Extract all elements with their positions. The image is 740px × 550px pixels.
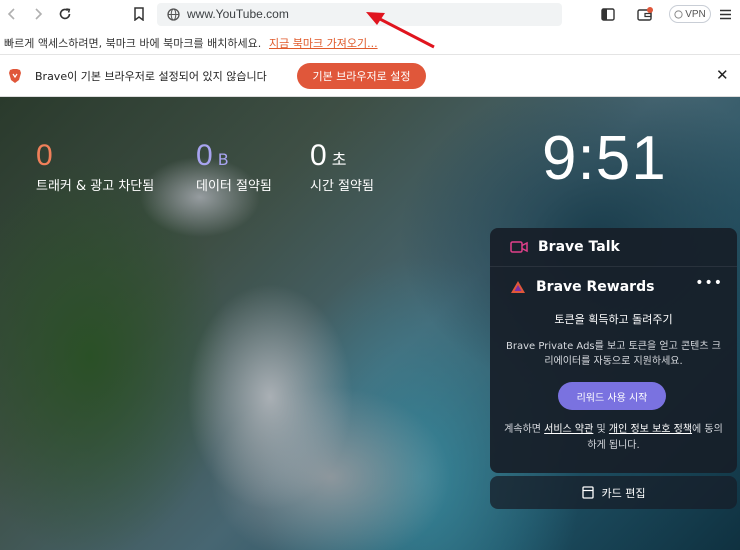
- address-bar[interactable]: www.YouTube.com: [157, 3, 562, 26]
- browser-toolbar: www.YouTube.com VPN: [0, 0, 740, 29]
- brave-talk-card[interactable]: Brave Talk: [490, 228, 737, 266]
- bookmark-bar-hint: 빠르게 액세스하려면, 북마크 바에 북마크를 배치하세요.: [4, 37, 262, 50]
- set-default-browser-button[interactable]: 기본 브라우저로 설정: [297, 63, 426, 89]
- forward-button[interactable]: [28, 4, 48, 24]
- rewards-subtitle: 토큰을 획득하고 돌려주기: [554, 313, 673, 326]
- time-saved-stat: 0 초 시간 절약됨: [310, 139, 374, 194]
- data-saved-stat: 0 B 데이터 절약됨: [196, 139, 272, 194]
- wallet-icon: [637, 7, 653, 21]
- widget-stack: Brave Talk Brave Rewards ••• 토큰을 획득하고 돌려…: [490, 228, 737, 509]
- reload-button[interactable]: [55, 4, 75, 24]
- video-camera-icon: [510, 241, 528, 253]
- brave-talk-title: Brave Talk: [538, 239, 620, 255]
- data-saved-unit: B: [217, 150, 229, 169]
- terms-of-service-link[interactable]: 서비스 약관: [544, 424, 593, 435]
- edit-cards-icon: [581, 486, 594, 499]
- trackers-blocked-label: 트래커 & 광고 차단됨: [36, 179, 155, 194]
- rewards-header: Brave Rewards: [510, 279, 654, 295]
- reload-icon: [59, 8, 71, 20]
- sidebar-toggle-button[interactable]: [598, 4, 618, 24]
- time-saved-unit: 초: [331, 150, 347, 169]
- bat-triangle-icon: [511, 281, 525, 293]
- wallet-button[interactable]: [635, 4, 655, 24]
- trackers-blocked-stat: 0 트래커 & 광고 차단됨: [36, 139, 154, 194]
- rewards-title: Brave Rewards: [536, 279, 655, 295]
- edit-cards-label: 카드 편집: [601, 486, 646, 500]
- back-button[interactable]: [2, 4, 22, 24]
- clock: 9:51: [542, 124, 667, 193]
- edit-cards-button[interactable]: 카드 편집: [490, 476, 737, 509]
- brave-lion-icon: [9, 69, 21, 83]
- time-saved-label: 시간 절약됨: [310, 179, 374, 194]
- bookmark-bar: 빠르게 액세스하려면, 북마크 바에 북마크를 배치하세요. 지금 북마크 가져…: [0, 29, 740, 55]
- start-rewards-button[interactable]: 리워드 사용 시작: [558, 382, 666, 410]
- hamburger-menu-icon: [719, 9, 731, 19]
- new-tab-page: 0 트래커 & 광고 차단됨 0 B 데이터 절약됨 0 초 시간 절약됨 9:…: [0, 97, 740, 550]
- time-saved-value: 0: [310, 139, 327, 172]
- forward-arrow-icon: [35, 8, 43, 20]
- data-saved-label: 데이터 절약됨: [196, 179, 272, 194]
- back-arrow-icon: [7, 8, 15, 20]
- infobar-message: Brave이 기본 브라우저로 설정되어 있지 않습니다: [35, 70, 267, 83]
- default-browser-infobar: Brave이 기본 브라우저로 설정되어 있지 않습니다 기본 브라우저로 설정…: [0, 55, 740, 97]
- trackers-blocked-value: 0: [36, 139, 53, 172]
- terms-prefix: 계속하면: [504, 424, 545, 435]
- vpn-shield-icon: [674, 9, 683, 19]
- sidebar-icon: [601, 7, 615, 21]
- import-bookmarks-link[interactable]: 지금 북마크 가져오기...: [269, 35, 378, 51]
- rewards-terms: 계속하면 서비스 약관 및 개인 정보 보호 정책에 동의하게 됩니다.: [502, 422, 725, 454]
- brave-rewards-card: Brave Rewards ••• 토큰을 획득하고 돌려주기 Brave Pr…: [490, 266, 737, 473]
- vpn-label: VPN: [685, 8, 706, 20]
- main-menu-button[interactable]: [715, 4, 735, 24]
- privacy-policy-link[interactable]: 개인 정보 보호 정책: [609, 424, 692, 435]
- url-text: www.YouTube.com: [187, 7, 289, 21]
- rewards-more-options-icon[interactable]: •••: [695, 275, 723, 291]
- close-icon[interactable]: ✕: [716, 66, 729, 84]
- bookmark-icon: [134, 7, 144, 21]
- vpn-button[interactable]: VPN: [669, 5, 711, 23]
- globe-icon: [167, 8, 180, 21]
- rewards-description: Brave Private Ads를 보고 토큰을 얻고 콘텐츠 크리에이터를 …: [506, 341, 721, 367]
- data-saved-value: 0: [196, 139, 213, 172]
- terms-and: 및: [593, 424, 609, 435]
- bookmark-button[interactable]: [129, 4, 149, 24]
